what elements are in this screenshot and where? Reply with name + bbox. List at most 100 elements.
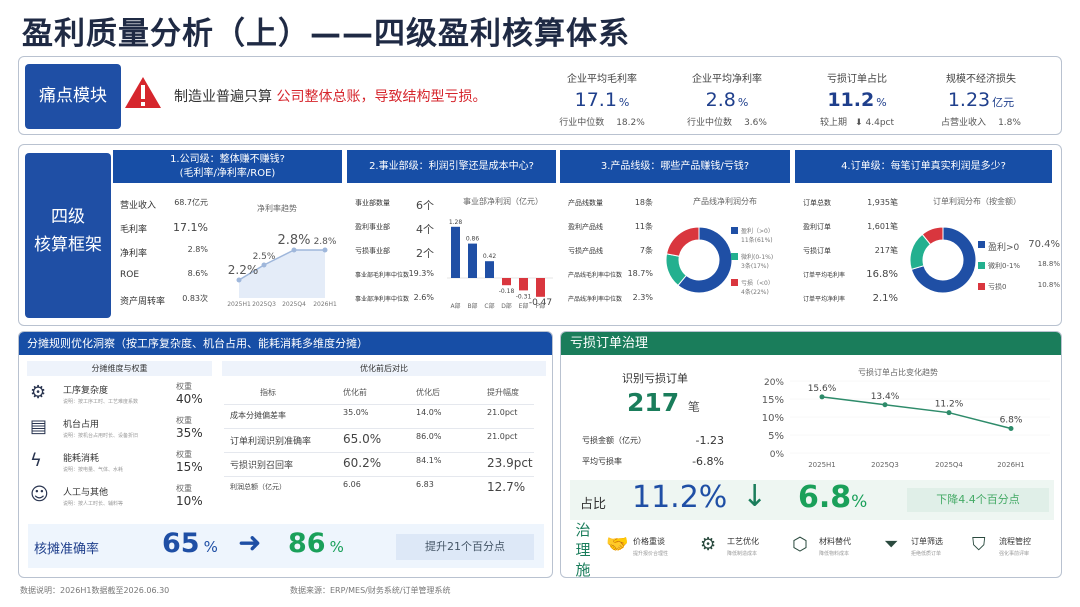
panel-row-label: 产品线毛利率中位数 [568, 272, 623, 279]
panel-row-value: 1,601笔 [867, 222, 898, 231]
dim-name: 能耗消耗 [63, 454, 100, 464]
share-after-unit: % [851, 492, 868, 512]
handshake-icon: 🤝 [606, 534, 629, 555]
y-tick-label: 10% [762, 413, 784, 424]
order-donut-chart [909, 226, 977, 294]
measure-name: 流程管控 [999, 537, 1031, 546]
loss-trend-chart: 0% 5% 10% 15% 20% 15.6% 2025H1 13.4% 2025Q3 11.2%… [762, 378, 1050, 469]
table-cell: 21.0pct [487, 408, 518, 417]
pain-metric-number: 2.8 [705, 89, 736, 111]
dim-weight-label: 权重 [176, 382, 192, 391]
panel-product-title: 3.产品线级：哪些产品赚钱/亏钱? [600, 161, 750, 172]
dim-weight-label: 权重 [176, 484, 192, 493]
legend-swatch [731, 279, 738, 286]
loss-trend-point [1008, 426, 1014, 432]
accuracy-chip: 提升21个百分点 [396, 534, 534, 560]
pain-metric-label: 亏损订单占比 [827, 74, 887, 85]
footer-note: 数据说明：2026H1数据截至2026.06.30 [20, 586, 170, 595]
pain-metric-sub-value: 1.8% [998, 118, 1021, 128]
loss-row-label: 平均亏损率 [582, 457, 622, 466]
panel-row-label: 亏损产品线 [568, 247, 603, 255]
table-header: 优化前 [343, 388, 367, 397]
table-cell: 23.9pct [487, 456, 533, 470]
arrow-down-icon: ↓ [742, 479, 768, 514]
table-cell: 成本分摊偏差率 [230, 411, 286, 420]
accuracy-after-value: 86 [288, 528, 326, 559]
pain-module-label: 痛点模块 [25, 64, 121, 129]
pain-metric-sub: 较上期 ⬇ 4.4pct [798, 115, 916, 128]
shield-icon: ⛉ [972, 534, 986, 555]
loss-trend-line [821, 396, 1012, 430]
panel-row-value: 16.8% [866, 269, 898, 280]
panel-row-label: 净利率 [120, 249, 148, 259]
pain-metric-sub-label: 占营业收入 [941, 118, 987, 128]
panel-row-value: 68.7亿元 [174, 198, 208, 207]
share-chip: 下降4.4个百分点 [907, 488, 1049, 512]
panel-row-value: 18.7% [627, 269, 653, 278]
pain-statement-highlight: 公司整体总账，导致结构型亏损。 [276, 89, 487, 105]
loss-trend-tick-label: 2025Q3 [871, 461, 899, 469]
legend-label: 亏损0 [988, 283, 1007, 291]
gov-label: 治理施 [575, 521, 591, 579]
pain-metric-label: 企业平均毛利率 [567, 74, 637, 85]
trend-data-label: 2.8% [277, 233, 310, 248]
table-cell: 65.0% [343, 432, 382, 446]
loss-trend-data-label: 15.6% [808, 384, 837, 394]
table-cell: 亏损识别召回率 [230, 461, 294, 471]
bar [451, 226, 460, 278]
pain-metric-sub-value: 3.6% [744, 118, 767, 128]
dim-desc: 说明：按人工时长、辅料等 [63, 501, 124, 507]
legend-label: 微利(0-1%) [741, 254, 774, 261]
dim-weight: 10% [176, 494, 203, 508]
bar-tick-label: E部 [519, 302, 529, 310]
accuracy-before-unit: % [203, 538, 218, 556]
measure-name: 材料替代 [819, 537, 851, 546]
lightning-icon: ϟ [30, 450, 42, 471]
trend-tick-label: 2025H1 [227, 301, 251, 308]
bar-tick-label: F部 [536, 302, 545, 310]
y-tick-label: 0% [770, 450, 785, 460]
panel-company-header: 1.公司级：整体赚不赚钱? (毛利率/净利率/ROE) [113, 150, 342, 183]
panel-row-label: 订单平均净利率 [803, 296, 846, 303]
panel-row-value: 4个 [416, 223, 434, 236]
table-cell: 14.0% [416, 408, 442, 417]
loss-trend-data-label: 13.4% [871, 392, 900, 402]
y-tick-label: 20% [764, 378, 784, 388]
filter-icon: ⏷ [884, 534, 899, 555]
pain-metric-unit: % [737, 96, 749, 109]
loss-trend-point [882, 402, 888, 408]
legend-swatch [978, 262, 985, 269]
measure-name: 订单筛选 [911, 537, 943, 546]
arrow-down-icon: ⬇ [854, 118, 863, 128]
panel-row-label: 亏损订单 [803, 247, 831, 255]
loss-trend-tick-label: 2026H1 [997, 461, 1025, 469]
dept-bar-chart: 1.28A部0.86B部0.42C部-0.18D部-0.31E部 -0.47F部 [447, 219, 553, 310]
panel-row-value: 18条 [634, 198, 653, 207]
loss-title: 亏损订单治理 [561, 332, 1061, 355]
bar-tick-label: D部 [501, 302, 512, 310]
bar-data-label: 1.28 [449, 219, 463, 226]
pain-metric-sub-label: 行业中位数 [559, 118, 605, 128]
trend-point [291, 247, 297, 253]
y-tick-label: 15% [762, 395, 784, 406]
measure-name: 价格重谈 [633, 537, 665, 546]
bar [519, 278, 528, 291]
dim-weight: 35% [176, 426, 203, 440]
panel-row-value: 2个 [416, 247, 434, 260]
panel-dept-title: 2.事业部级：利润引擎还是成本中心? [369, 161, 534, 172]
pain-metric: 企业平均毛利率 17.1% 行业中位数 18.2% [543, 70, 661, 128]
panel-row-label: 盈利事业部 [355, 223, 390, 231]
order-chart-title: 订单利润分布（按金额） [933, 197, 1021, 206]
row-divider [224, 404, 534, 405]
panel-order-title: 4.订单级：每笔订单真实利润是多少? [841, 161, 1006, 172]
bar-tick-label: A部 [450, 302, 460, 310]
pain-metric-label: 企业平均净利率 [692, 74, 762, 85]
legend-value: 10.8% [1037, 281, 1060, 289]
legend-label: 盈利>0 [988, 243, 1020, 253]
pain-metric-sub-label: 较上期 [819, 118, 847, 128]
panel-row-label: 订单平均毛利率 [803, 272, 846, 279]
product-chart-title: 产品线净利润分布 [693, 197, 757, 206]
legend-swatch [978, 283, 985, 290]
pain-statement: 制造业普遍只算 公司整体总账，导致结构型亏损。 [174, 86, 486, 106]
measure-desc: 提升报价合理性 [633, 551, 669, 557]
